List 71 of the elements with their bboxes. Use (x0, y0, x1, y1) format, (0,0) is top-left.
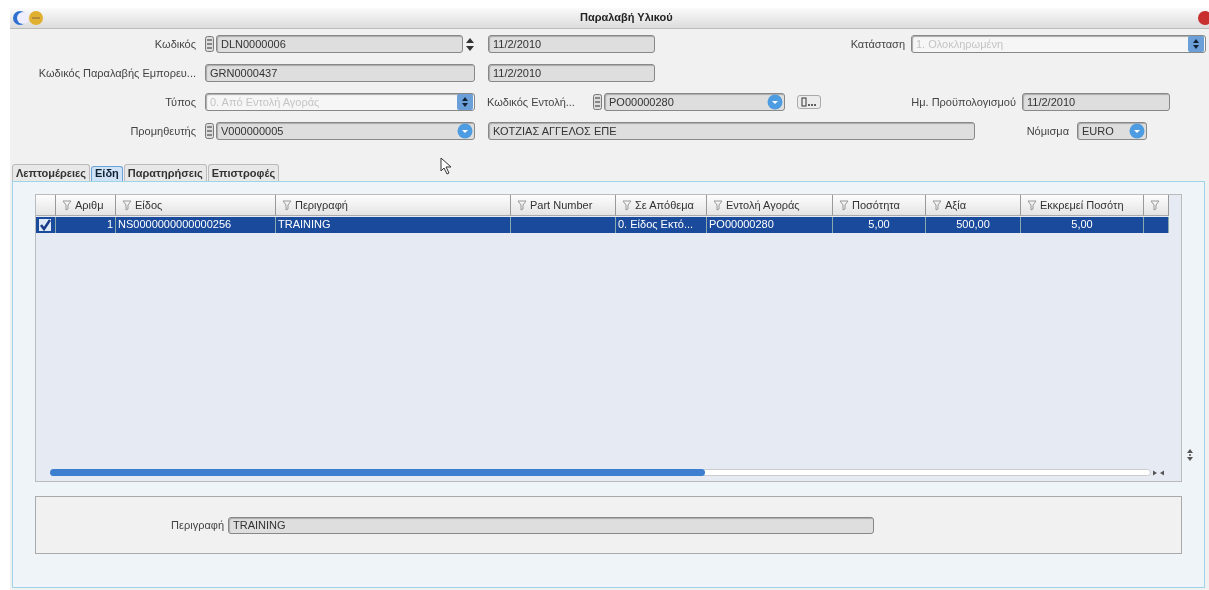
column-header[interactable] (1144, 195, 1169, 216)
table-cell: 5,00 (833, 217, 926, 233)
close-icon (1197, 10, 1209, 26)
column-header[interactable]: Εντολή Αγοράς (707, 195, 833, 216)
input-field[interactable]: 11/2/2010 (488, 64, 655, 82)
field-label: Τύπος (164, 96, 197, 108)
table-cell: 0. Είδος Εκτό... (616, 217, 707, 233)
column-header[interactable]: Είδος (116, 195, 276, 216)
input-field[interactable]: 11/2/2010 (488, 35, 655, 53)
column-header[interactable]: Εκκρεμεί Ποσότη (1021, 195, 1144, 216)
lookup-button[interactable] (767, 94, 783, 110)
tab[interactable]: Είδη (91, 166, 123, 181)
column-header[interactable]: Ποσότητα (833, 195, 926, 216)
horizontal-scrollbar[interactable] (50, 468, 1166, 477)
cursor-icon (440, 157, 452, 175)
ellipsis-icon (801, 97, 817, 107)
table-cell: TRAINING (276, 217, 511, 233)
input-field[interactable]: GRN0000437 (205, 64, 475, 82)
field-label: Προμηθευτής (129, 125, 197, 137)
crescent-icon (12, 10, 28, 26)
table-cell: PO00000280 (707, 217, 833, 233)
field-label: Ημ. Προϋπολογισμού (910, 96, 1017, 108)
input-field[interactable]: V000000005 (216, 122, 475, 140)
column-header[interactable]: Αριθμ (56, 195, 116, 216)
tab[interactable]: Παρατηρήσεις (123, 164, 207, 181)
field-label: Κατάσταση (849, 38, 906, 50)
filter-icon (517, 199, 527, 211)
field-label: Κωδικός Παραλαβής Εμπορευ... (37, 67, 197, 79)
input-field[interactable]: DLN0000006 (216, 35, 463, 53)
window-title: Παραλαβή Υλικού (580, 11, 673, 23)
check-icon (39, 219, 51, 231)
dropdown[interactable]: EURO (1077, 122, 1147, 140)
table-cell: NS0000000000000256 (116, 217, 276, 233)
column-header[interactable]: Part Number (511, 195, 616, 216)
spinner-icon (465, 36, 475, 52)
input-field[interactable]: 11/2/2010 (1022, 93, 1170, 111)
filter-icon (839, 199, 849, 211)
list-icon (593, 94, 602, 110)
field-label: Κωδικός Εντολή... (487, 96, 576, 108)
table-cell: 5,00 (1021, 217, 1144, 233)
filter-icon (1027, 199, 1037, 211)
field-label: Περιγραφή (170, 519, 225, 531)
filter-icon (282, 199, 292, 211)
field-label: Κωδικός (153, 38, 197, 50)
column-header[interactable]: Αξία (926, 195, 1021, 216)
input-field[interactable]: TRAINING (228, 516, 874, 534)
column-header[interactable]: Σε Απόθεμα (616, 195, 707, 216)
minimize-icon (28, 10, 44, 26)
filter-icon (622, 199, 632, 211)
field-label: Νόμισμα (1025, 125, 1070, 137)
list-icon (205, 123, 214, 139)
table-cell: 500,00 (926, 217, 1021, 233)
filter-icon (62, 199, 72, 211)
filter-icon (713, 199, 723, 211)
tab[interactable]: Λεπτομέρειες (12, 164, 91, 181)
column-header[interactable]: Περιγραφή (276, 195, 511, 216)
lookup-button[interactable] (457, 123, 473, 139)
checkbox-column-header (36, 195, 56, 216)
checkbox[interactable] (39, 219, 51, 231)
input-field[interactable]: PO00000280 (604, 93, 785, 111)
input-field[interactable]: ΚΟΤΖΙΑΣ ΑΓΓΕΛΟΣ ΕΠΕ (488, 122, 975, 140)
filter-icon (1150, 199, 1160, 211)
filter-icon (932, 199, 942, 211)
tab[interactable]: Επιστροφές (207, 164, 280, 181)
lookup-button[interactable] (1129, 123, 1145, 139)
list-icon (205, 36, 214, 52)
table-cell: 1 (56, 217, 116, 233)
browse-button[interactable] (797, 95, 821, 109)
table-row[interactable]: 1 NS0000000000000256 TRAINING 0. Είδος Εκτό... PO00000280 5,00 500,00 5,00 (36, 217, 1169, 233)
filter-icon (122, 199, 132, 211)
vertical-scrollbar (1187, 449, 1193, 461)
